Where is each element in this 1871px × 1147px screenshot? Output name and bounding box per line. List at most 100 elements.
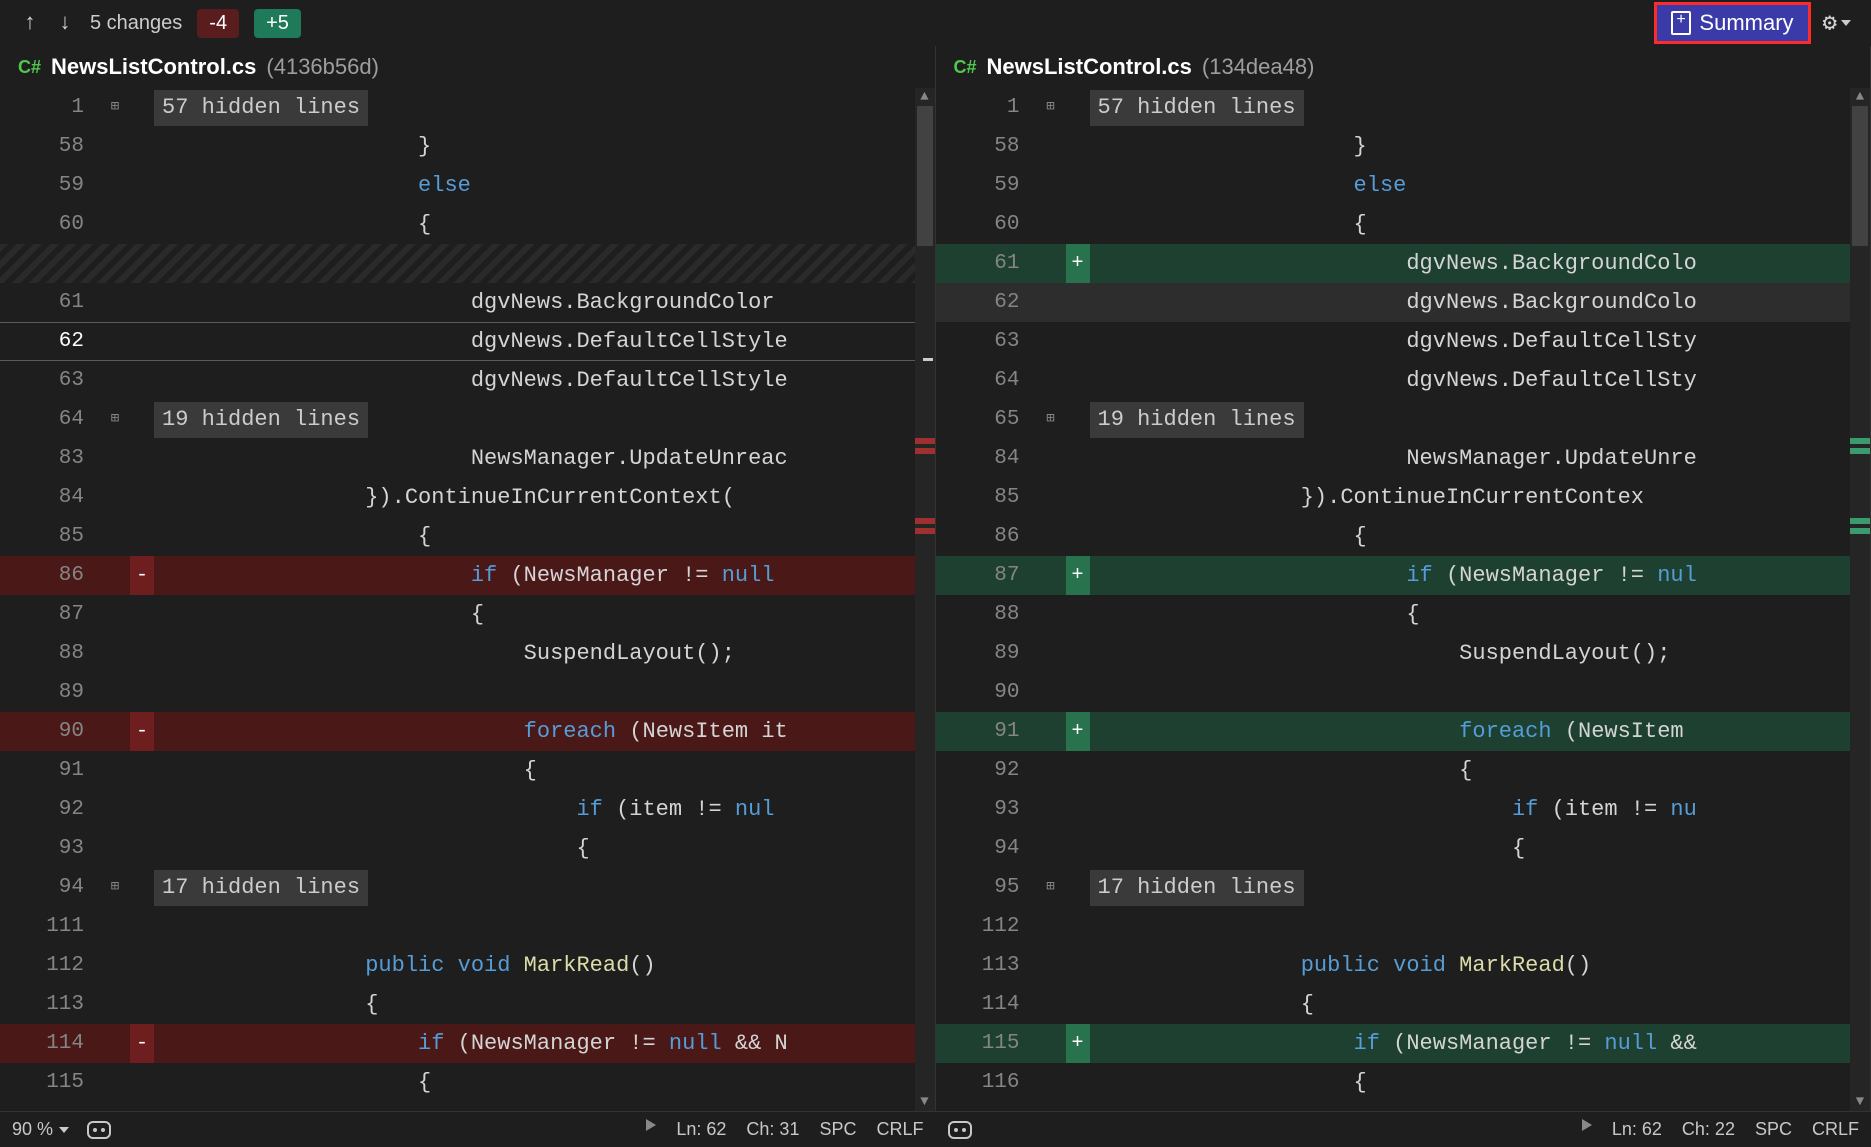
hidden-lines-label[interactable]: 57 hidden lines: [154, 90, 368, 126]
code-line[interactable]: 60 {: [936, 205, 1851, 244]
code-line[interactable]: 59 else: [936, 166, 1851, 205]
code-line[interactable]: 113 public void MarkRead(): [936, 946, 1851, 985]
zoom-level[interactable]: 90 %: [12, 1119, 69, 1140]
eol-indicator[interactable]: CRLF: [1812, 1119, 1859, 1140]
code-line[interactable]: 1⊞57 hidden lines: [936, 88, 1851, 127]
code-line[interactable]: 115+ if (NewsManager != null &&: [936, 1024, 1851, 1063]
fold-toggle[interactable]: ⊞: [1036, 88, 1066, 127]
code-line[interactable]: 63 dgvNews.DefaultCellSty: [936, 322, 1851, 361]
hidden-lines-label[interactable]: 57 hidden lines: [1090, 90, 1304, 126]
code-line[interactable]: 91 {: [0, 751, 915, 790]
column-indicator[interactable]: Ch: 31: [746, 1119, 799, 1140]
prev-change-button[interactable]: ↑: [20, 11, 40, 36]
code-line[interactable]: 58 }: [0, 127, 915, 166]
line-number: 92: [0, 790, 100, 829]
line-indicator[interactable]: Ln: 62: [1612, 1119, 1662, 1140]
fold-toggle[interactable]: ⊞: [100, 400, 130, 439]
right-editor[interactable]: 1⊞57 hidden lines58 }59 else60 {61+ dgvN…: [936, 88, 1871, 1111]
code-line[interactable]: 95⊞17 hidden lines: [936, 868, 1851, 907]
code-line[interactable]: 86 {: [936, 517, 1851, 556]
code-line[interactable]: 85 {: [0, 517, 915, 556]
hidden-lines-label[interactable]: 19 hidden lines: [154, 402, 368, 438]
fold-toggle[interactable]: ⊞: [100, 88, 130, 127]
copilot-icon[interactable]: [87, 1121, 111, 1139]
code-line[interactable]: 58 }: [936, 127, 1851, 166]
code-line[interactable]: 112: [936, 907, 1851, 946]
play-icon[interactable]: [1582, 1119, 1592, 1131]
code-line[interactable]: 94⊞17 hidden lines: [0, 868, 915, 907]
code-line[interactable]: 94 {: [936, 829, 1851, 868]
line-number: 94: [936, 829, 1036, 868]
code-line[interactable]: 112 public void MarkRead(): [0, 946, 915, 985]
code-line[interactable]: 114 {: [936, 985, 1851, 1024]
code-text: if (NewsManager != null: [154, 556, 915, 595]
indent-indicator[interactable]: SPC: [1755, 1119, 1792, 1140]
code-line[interactable]: 90: [936, 673, 1851, 712]
settings-button[interactable]: ⚙: [1823, 8, 1851, 38]
hidden-lines-label[interactable]: 17 hidden lines: [154, 870, 368, 906]
code-line[interactable]: 59 else: [0, 166, 915, 205]
code-line[interactable]: 86- if (NewsManager != null: [0, 556, 915, 595]
play-icon[interactable]: [646, 1119, 656, 1131]
left-scrollbar[interactable]: ▲ ▼: [915, 88, 935, 1111]
code-line[interactable]: 93 {: [0, 829, 915, 868]
code-line[interactable]: 64⊞19 hidden lines: [0, 400, 915, 439]
code-line[interactable]: 64 dgvNews.DefaultCellSty: [936, 361, 1851, 400]
hidden-lines-label[interactable]: 19 hidden lines: [1090, 402, 1304, 438]
code-line[interactable]: 62 dgvNews.DefaultCellStyle: [0, 322, 915, 361]
summary-button[interactable]: Summary: [1654, 2, 1810, 44]
code-line[interactable]: 1⊞57 hidden lines: [0, 88, 915, 127]
code-line[interactable]: 61 dgvNews.BackgroundColor: [0, 283, 915, 322]
code-line[interactable]: 85 }).ContinueInCurrentContex: [936, 478, 1851, 517]
scroll-down-icon[interactable]: ▼: [915, 1093, 935, 1111]
code-line[interactable]: 91+ foreach (NewsItem: [936, 712, 1851, 751]
code-line[interactable]: 61+ dgvNews.BackgroundColo: [936, 244, 1851, 283]
code-line[interactable]: 115 {: [0, 1063, 915, 1102]
code-line[interactable]: 87+ if (NewsManager != nul: [936, 556, 1851, 595]
code-text: }: [1090, 127, 1851, 166]
code-line[interactable]: 113 {: [0, 985, 915, 1024]
right-scrollbar[interactable]: ▲ ▼: [1850, 88, 1870, 1111]
code-line[interactable]: 84 }).ContinueInCurrentContext(: [0, 478, 915, 517]
code-line[interactable]: 60 {: [0, 205, 915, 244]
code-line[interactable]: 90- foreach (NewsItem it: [0, 712, 915, 751]
code-line[interactable]: 89 SuspendLayout();: [936, 634, 1851, 673]
code-line[interactable]: 111: [0, 907, 915, 946]
line-number: 83: [0, 439, 100, 478]
scroll-up-icon[interactable]: ▲: [915, 88, 935, 106]
indent-indicator[interactable]: SPC: [819, 1119, 856, 1140]
code-line[interactable]: 65⊞19 hidden lines: [936, 400, 1851, 439]
scroll-thumb[interactable]: [1852, 106, 1868, 246]
next-change-button[interactable]: ↓: [55, 11, 75, 36]
code-line[interactable]: 87 {: [0, 595, 915, 634]
scroll-thumb[interactable]: [917, 106, 933, 246]
fold-toggle[interactable]: ⊞: [1036, 868, 1066, 907]
code-line[interactable]: [0, 244, 915, 283]
scroll-down-icon[interactable]: ▼: [1850, 1093, 1870, 1111]
line-indicator[interactable]: Ln: 62: [676, 1119, 726, 1140]
eol-indicator[interactable]: CRLF: [876, 1119, 923, 1140]
code-line[interactable]: 88 SuspendLayout();: [0, 634, 915, 673]
code-line[interactable]: 63 dgvNews.DefaultCellStyle: [0, 361, 915, 400]
code-text: NewsManager.UpdateUnre: [1090, 439, 1851, 478]
fold-toggle[interactable]: ⊞: [100, 868, 130, 907]
code-line[interactable]: 62 dgvNews.BackgroundColo: [936, 283, 1851, 322]
code-line[interactable]: 116 {: [936, 1063, 1851, 1102]
code-line[interactable]: 114- if (NewsManager != null && N: [0, 1024, 915, 1063]
code-line[interactable]: 93 if (item != nu: [936, 790, 1851, 829]
code-line[interactable]: 88 {: [936, 595, 1851, 634]
copilot-icon[interactable]: [948, 1121, 972, 1139]
code-text: dgvNews.DefaultCellStyle: [154, 361, 915, 400]
scroll-up-icon[interactable]: ▲: [1850, 88, 1870, 106]
code-line[interactable]: 83 NewsManager.UpdateUnreac: [0, 439, 915, 478]
code-line[interactable]: 89: [0, 673, 915, 712]
code-line[interactable]: 84 NewsManager.UpdateUnre: [936, 439, 1851, 478]
left-editor[interactable]: 1⊞57 hidden lines58 }59 else60 {61 dgvNe…: [0, 88, 935, 1111]
fold-toggle[interactable]: ⊞: [1036, 400, 1066, 439]
hidden-lines-label[interactable]: 17 hidden lines: [1090, 870, 1304, 906]
right-panel-header: C# NewsListControl.cs (134dea48): [936, 46, 1871, 88]
column-indicator[interactable]: Ch: 22: [1682, 1119, 1735, 1140]
code-line[interactable]: 92 if (item != nul: [0, 790, 915, 829]
line-number: 63: [0, 361, 100, 400]
code-line[interactable]: 92 {: [936, 751, 1851, 790]
